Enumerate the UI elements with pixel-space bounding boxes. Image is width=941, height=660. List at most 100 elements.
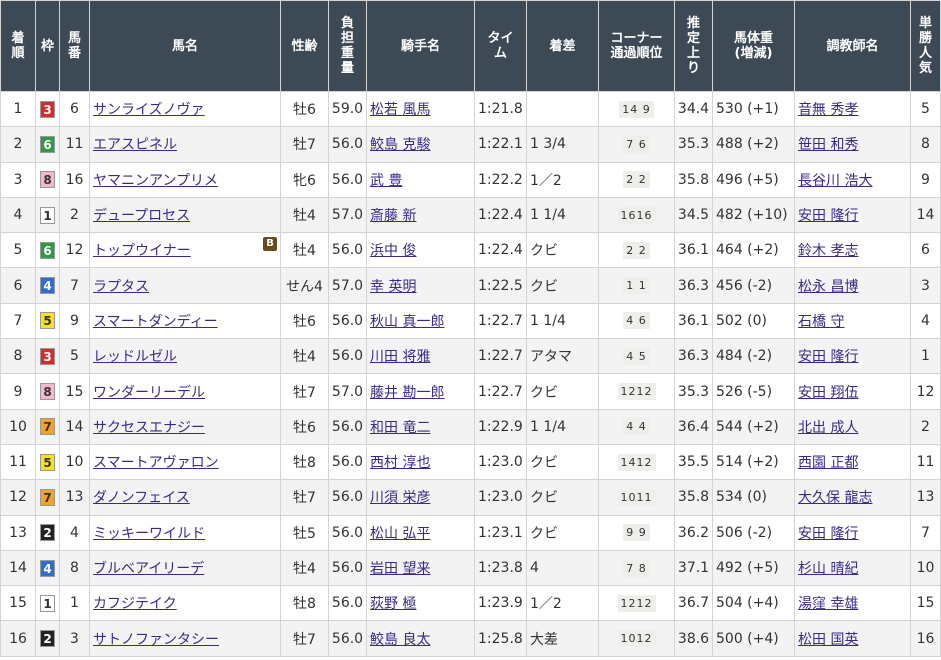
- finish-time: 1:22.1: [474, 126, 527, 163]
- trainer-link[interactable]: 笹田 和秀: [798, 137, 858, 153]
- finish-rank: 3: [0, 161, 36, 198]
- waku-cell: 6: [35, 126, 60, 163]
- corner-passing-cell: 4 4: [598, 408, 675, 445]
- carried-weight: 56.0: [328, 620, 367, 657]
- trainer-link[interactable]: 松田 国英: [798, 632, 858, 648]
- horse-name-link[interactable]: エアスピネル: [93, 137, 177, 153]
- results-body: 1 3 6 サンライズノヴァ 牡6 59.0 松若 風馬 1:21.8 14 9…: [0, 90, 941, 657]
- jockey-link[interactable]: 秋山 真一郎: [370, 314, 444, 330]
- finish-time: 1:21.8: [474, 90, 527, 128]
- trainer-link[interactable]: 西園 正都: [798, 455, 858, 471]
- jockey-link[interactable]: 武 豊: [370, 173, 402, 189]
- jockey-link[interactable]: 斎藤 新: [370, 208, 416, 224]
- header-time: タイ ム: [474, 0, 527, 92]
- jockey-link[interactable]: 浜中 俊: [370, 243, 416, 259]
- horse-name-link[interactable]: サンライズノヴァ: [93, 102, 205, 118]
- horse-name-link[interactable]: ヤマニンアンプリメ: [93, 173, 218, 189]
- waku-badge: 6: [40, 135, 55, 153]
- finish-rank: 7: [0, 302, 36, 340]
- sex-age: 牡4: [280, 232, 329, 269]
- popularity: 3: [910, 267, 941, 304]
- last-3f: 35.8: [674, 479, 713, 516]
- body-weight: 534 (0): [712, 479, 795, 516]
- horse-name-link[interactable]: スマートダンディー: [93, 314, 218, 330]
- carried-weight: 56.0: [328, 338, 367, 375]
- horse-name-link[interactable]: サトノファンタシー: [93, 632, 219, 648]
- horse-name-cell: デュープロセス: [89, 196, 281, 234]
- trainer-link[interactable]: 北出 成人: [798, 420, 858, 436]
- jockey-link[interactable]: 幸 英明: [370, 279, 416, 295]
- horse-number: 10: [59, 443, 90, 481]
- corner-passing-cell: 1212: [598, 373, 675, 410]
- jockey-cell: 松山 弘平: [366, 514, 475, 551]
- trainer-link[interactable]: 杉山 晴紀: [798, 561, 858, 577]
- horse-name-link[interactable]: サクセスエナジー: [93, 420, 205, 436]
- jockey-link[interactable]: 松山 弘平: [370, 526, 430, 542]
- jockey-link[interactable]: 松若 風馬: [370, 102, 430, 118]
- body-weight: 488 (+2): [712, 126, 795, 163]
- horse-name-link[interactable]: ラプタス: [93, 279, 149, 295]
- horse-name-link[interactable]: ワンダーリーデル: [93, 385, 205, 401]
- jockey-link[interactable]: 西村 淳也: [370, 455, 430, 471]
- margin: クビ: [526, 232, 599, 269]
- finish-rank: 14: [0, 549, 36, 587]
- trainer-link[interactable]: 安田 隆行: [798, 526, 858, 542]
- sex-age: 牡4: [280, 196, 329, 234]
- jockey-cell: 鮫島 克駿: [366, 126, 475, 163]
- horse-name-link[interactable]: ミッキーワイルド: [93, 526, 205, 542]
- popularity: 10: [910, 549, 941, 587]
- sex-age: 牡6: [280, 408, 329, 445]
- trainer-link[interactable]: 安田 翔伍: [798, 385, 858, 401]
- horse-number: 3: [59, 620, 90, 657]
- last-3f: 35.8: [674, 161, 713, 198]
- corner-passing-cell: 1012: [598, 620, 675, 657]
- carried-weight: 56.0: [328, 479, 367, 516]
- horse-name-cell: スマートダンディー: [89, 302, 281, 340]
- sex-age: せん4: [280, 267, 329, 304]
- trainer-link[interactable]: 松永 昌博: [798, 279, 858, 295]
- trainer-cell: 石橋 守: [794, 302, 911, 340]
- jockey-link[interactable]: 鮫島 克駿: [370, 137, 430, 153]
- horse-name-cell: ラプタス: [89, 267, 281, 304]
- table-row: 1 3 6 サンライズノヴァ 牡6 59.0 松若 風馬 1:21.8 14 9…: [0, 90, 941, 128]
- horse-name-link[interactable]: ダノンフェイス: [93, 490, 190, 506]
- header-corner: コーナー 通過順位: [598, 0, 675, 92]
- corner-passing-order: 4 5: [623, 347, 650, 365]
- horse-name-link[interactable]: スマートアヴァロン: [93, 455, 219, 471]
- jockey-link[interactable]: 岩田 望来: [370, 561, 430, 577]
- body-weight: 482 (+10): [712, 196, 795, 234]
- horse-name-link[interactable]: デュープロセス: [93, 208, 190, 224]
- horse-name-link[interactable]: ブルベアイリーデ: [93, 561, 204, 577]
- jockey-cell: 幸 英明: [366, 267, 475, 304]
- trainer-cell: 北出 成人: [794, 408, 911, 445]
- finish-rank: 8: [0, 338, 36, 375]
- finish-time: 1:23.0: [474, 479, 527, 516]
- last-3f: 36.7: [674, 585, 713, 622]
- trainer-link[interactable]: 石橋 守: [798, 314, 844, 330]
- finish-time: 1:22.4: [474, 232, 527, 269]
- horse-name-link[interactable]: カフジテイク: [93, 596, 177, 612]
- trainer-link[interactable]: 鈴木 孝志: [798, 243, 858, 259]
- trainer-cell: 松永 昌博: [794, 267, 911, 304]
- jockey-link[interactable]: 鮫島 良太: [370, 632, 430, 648]
- jockey-link[interactable]: 荻野 極: [370, 596, 416, 612]
- trainer-link[interactable]: 長谷川 浩大: [798, 173, 872, 189]
- horse-name-link[interactable]: トップウイナー: [93, 243, 191, 259]
- trainer-link[interactable]: 安田 隆行: [798, 208, 858, 224]
- trainer-link[interactable]: 安田 隆行: [798, 349, 858, 365]
- last-3f: 37.1: [674, 549, 713, 587]
- trainer-link[interactable]: 音無 秀孝: [798, 102, 858, 118]
- table-row: 5 6 12 トップウイナー B 牡4 56.0 浜中 俊 1:22.4 クビ …: [0, 232, 941, 269]
- finish-time: 1:23.0: [474, 443, 527, 481]
- jockey-cell: 川須 栄彦: [366, 479, 475, 516]
- margin: 1／2: [526, 585, 599, 622]
- jockey-link[interactable]: 和田 竜二: [370, 420, 430, 436]
- horse-name-link[interactable]: レッドルゼル: [93, 349, 177, 365]
- jockey-link[interactable]: 川田 将雅: [370, 349, 430, 365]
- jockey-link[interactable]: 藤井 勘一郎: [370, 385, 444, 401]
- trainer-link[interactable]: 湯窪 幸雄: [798, 596, 858, 612]
- jockey-link[interactable]: 川須 栄彦: [370, 490, 430, 506]
- trainer-link[interactable]: 大久保 龍志: [798, 490, 872, 506]
- waku-badge: 4: [40, 277, 55, 295]
- finish-rank: 10: [0, 408, 36, 445]
